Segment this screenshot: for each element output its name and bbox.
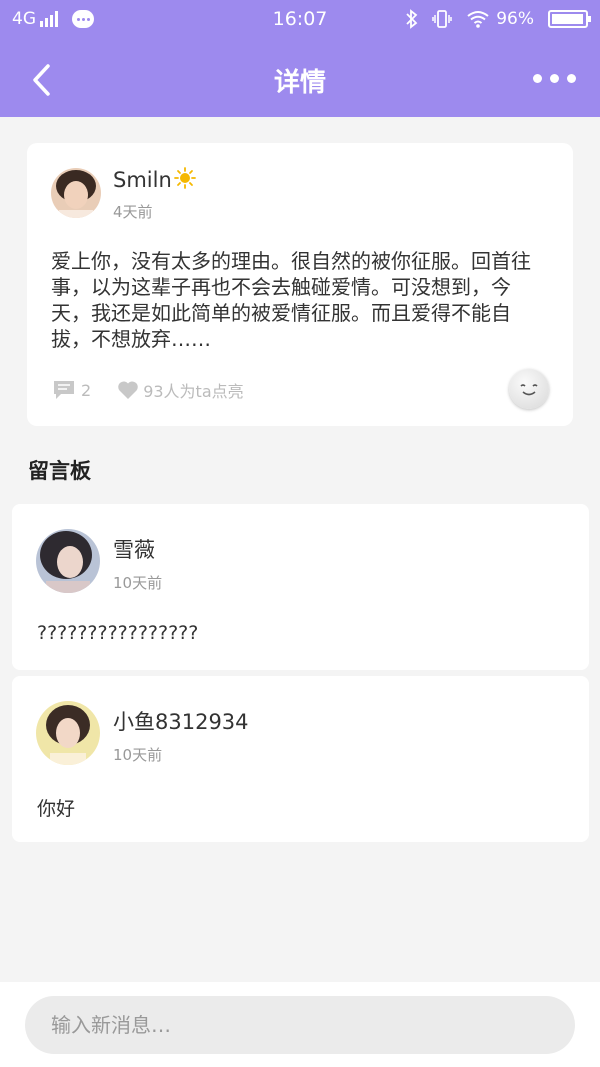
comment-text: ????????????????	[37, 622, 199, 644]
comment-avatar[interactable]	[36, 701, 100, 765]
message-board-title: 留言板	[28, 459, 91, 483]
more-options-icon[interactable]	[533, 74, 576, 83]
battery-icon	[548, 10, 591, 28]
comment-avatar[interactable]	[36, 529, 100, 593]
page-title: 详情	[273, 68, 326, 98]
comment-author-name: 小鱼8312934	[113, 710, 249, 734]
emoji-react-button[interactable]	[509, 369, 549, 409]
heart-icon[interactable]	[117, 380, 139, 400]
nav-bar: 详情	[0, 40, 600, 117]
post-card: Smiln 4天前 爱上你，没有太多的理由。很自然的被你征服。回首往事，以为这辈…	[27, 143, 573, 426]
post-author-name: Smiln	[113, 167, 196, 192]
comment-text: 你好	[37, 798, 76, 820]
message-input-bar	[0, 982, 600, 1067]
comment-icon[interactable]	[53, 380, 75, 400]
comment-time: 10天前	[113, 746, 163, 764]
comment-author-name: 雪薇	[113, 538, 155, 562]
vibrate-icon	[432, 10, 452, 28]
wifi-icon	[467, 11, 489, 28]
comment-card: 雪薇 10天前 ????????????????	[12, 504, 589, 670]
post-content: 爱上你，没有太多的理由。很自然的被你征服。回首往事，以为这辈子再也不会去触碰爱情…	[51, 249, 531, 351]
bluetooth-icon	[406, 9, 418, 29]
sun-emoji-icon	[173, 167, 196, 189]
smiley-icon	[520, 384, 538, 396]
comment-time: 10天前	[113, 574, 163, 592]
like-text: 93人为ta点亮	[143, 382, 244, 401]
comment-card: 小鱼8312934 10天前 你好	[12, 676, 589, 842]
post-actions: 2 93人为ta点亮	[53, 378, 270, 402]
status-bar: 4G 16:07 96%	[0, 0, 600, 40]
comment-count: 2	[81, 380, 92, 400]
battery-percent: 96%	[496, 9, 534, 29]
post-author-avatar[interactable]	[51, 168, 101, 218]
post-time: 4天前	[113, 203, 153, 221]
message-input[interactable]	[25, 996, 575, 1054]
